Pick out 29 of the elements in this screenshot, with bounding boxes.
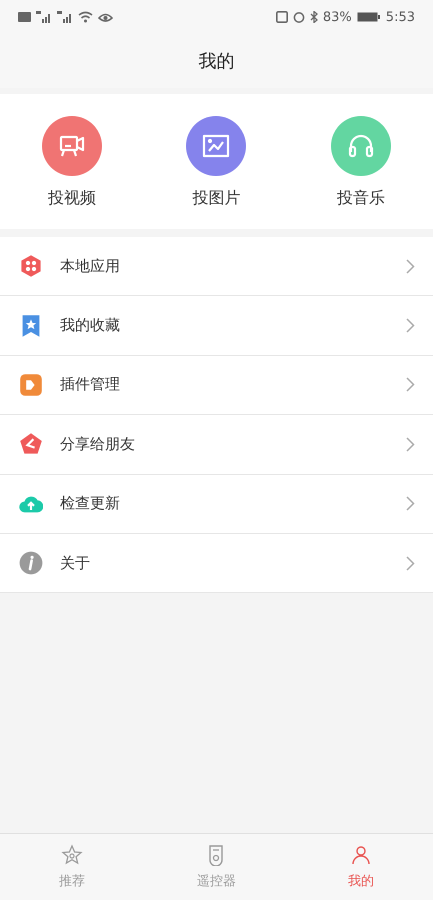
eye-icon [98, 11, 113, 23]
share-icon [19, 432, 43, 456]
chevron-right-icon [406, 556, 415, 571]
menu-item[interactable]: 插件管理 [0, 356, 433, 416]
wifi-icon [78, 11, 93, 23]
chevron-right-icon [406, 436, 415, 452]
star-icon [61, 844, 84, 866]
battery-percentage: 83% [322, 10, 352, 24]
clock-time: 5:53 [386, 10, 415, 24]
menu-item[interactable]: 本地应用 [0, 237, 433, 296]
info-icon [19, 551, 43, 576]
apps-icon [19, 254, 43, 278]
menu-item[interactable]: 分享给朋友 [0, 415, 433, 475]
chevron-right-icon [406, 496, 415, 512]
chevron-right-icon [406, 258, 415, 274]
chevron-right-icon [406, 318, 415, 334]
cast-button[interactable]: 投图片 [186, 116, 246, 209]
menu-item[interactable]: 我的收藏 [0, 296, 433, 356]
cast-button[interactable]: 投视频 [42, 116, 102, 209]
signal-icon [36, 11, 52, 23]
menu-item[interactable]: 关于 [0, 534, 433, 594]
chevron-right-icon [406, 377, 415, 392]
page-title: 我的 [198, 50, 234, 73]
menu-item[interactable]: 检查更新 [0, 474, 433, 534]
cast-button[interactable]: 投音乐 [330, 116, 391, 209]
signal-icon [57, 11, 73, 23]
user-icon [350, 844, 372, 866]
battery-icon [356, 11, 381, 23]
bluetooth-icon [310, 11, 318, 23]
